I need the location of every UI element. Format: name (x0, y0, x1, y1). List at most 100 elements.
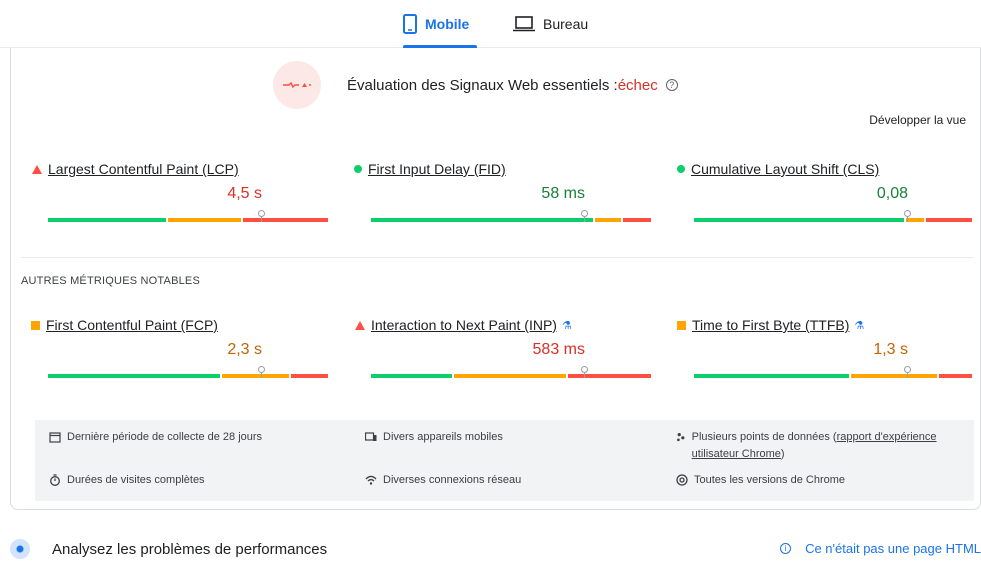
percentile-marker (258, 366, 265, 373)
info-visits: Durées de visites complètes (49, 472, 205, 489)
bar-average (595, 218, 621, 222)
info-period-text: Dernière période de collecte de 28 jours (67, 431, 263, 443)
help-icon[interactable]: ? (665, 79, 678, 91)
metric-inp-value: 583 ms (532, 341, 585, 358)
calendar-icon (49, 432, 61, 443)
metric-cls-distribution (694, 218, 972, 222)
diagnose-section-header: Analysez les problèmes de performances (10, 539, 327, 559)
assessment-title: Évaluation des Signaux Web essentiels :é… (347, 77, 658, 94)
good-dot-icon (354, 165, 362, 173)
info-versions-text: Toutes les versions de Chrome (694, 474, 846, 486)
assessment-title-text: Évaluation des Signaux Web essentiels : (347, 76, 618, 94)
percentile-marker (904, 366, 911, 373)
tab-mobile[interactable]: Mobile (403, 0, 469, 48)
bar-good (48, 218, 166, 222)
average-square-icon (677, 320, 686, 330)
average-square-icon (31, 320, 40, 330)
metric-ttfb: Time to First Byte (TTFB) ⚗ 1,3 s (677, 317, 972, 387)
bar-poor (926, 218, 972, 222)
metric-fcp-link[interactable]: First Contentful Paint (FCP) (46, 317, 218, 333)
bar-good (371, 218, 593, 222)
info-connections: Diverses connexions réseau (365, 472, 521, 489)
bar-average (454, 374, 566, 378)
phone-icon (403, 14, 417, 34)
info-datapoints-suffix: ) (780, 448, 785, 460)
bar-poor (939, 374, 972, 378)
bar-poor (291, 374, 328, 378)
assessment-header: Évaluation des Signaux Web essentiels :é… (273, 61, 678, 109)
info-datapoints: Plusieurs points de données (rapport d'e… (676, 429, 966, 463)
metric-ttfb-header: Time to First Byte (TTFB) ⚗ (677, 317, 959, 333)
metric-fid: First Input Delay (FID) 58 ms (354, 161, 651, 231)
good-dot-icon (677, 165, 685, 173)
bar-poor (623, 218, 651, 222)
metric-fcp-distribution (48, 374, 328, 378)
not-html-notice[interactable]: i Ce n'était pas une page HTML (780, 541, 981, 556)
experimental-flask-icon: ⚗ (561, 319, 572, 332)
metric-lcp-value: 4,5 s (227, 185, 262, 202)
info-connections-text: Diverses connexions réseau (383, 474, 522, 486)
info-visits-text: Durées de visites complètes (67, 474, 205, 486)
metric-lcp-distribution (48, 218, 328, 222)
info-period: Dernière période de collecte de 28 jours (49, 429, 262, 446)
metric-lcp-link[interactable]: Largest Contentful Paint (LCP) (48, 161, 239, 177)
metric-cls-value: 0,08 (876, 185, 908, 202)
lighthouse-icon (10, 539, 30, 559)
metric-fid-link[interactable]: First Input Delay (FID) (368, 161, 506, 177)
laptop-icon (513, 16, 535, 32)
metric-ttfb-distribution (694, 374, 972, 378)
chrome-icon (676, 474, 688, 486)
metric-inp: Interaction to Next Paint (INP) ⚗ 583 ms (354, 317, 651, 387)
bar-good (48, 374, 220, 378)
poor-triangle-icon (32, 164, 42, 174)
info-datapoints-text: Plusieurs points de données (rapport d'e… (692, 429, 966, 463)
metric-inp-header: Interaction to Next Paint (INP) ⚗ (354, 317, 636, 333)
diagnose-title: Analysez les problèmes de performances (52, 540, 328, 558)
metric-fcp-header: First Contentful Paint (FCP) (31, 317, 313, 333)
metric-cls: Cumulative Layout Shift (CLS) 0,08 (677, 161, 972, 231)
metric-fcp: First Contentful Paint (FCP) 2,3 s (31, 317, 328, 387)
bar-average (168, 218, 241, 222)
section-divider (21, 257, 973, 258)
bar-good (371, 374, 452, 378)
metric-inp-link[interactable]: Interaction to Next Paint (INP) (371, 317, 557, 333)
experimental-flask-icon: ⚗ (854, 319, 865, 332)
bar-poor (243, 218, 328, 222)
metric-lcp-header: Largest Contentful Paint (LCP) (31, 161, 313, 177)
bar-average (851, 374, 937, 378)
metric-lcp: Largest Contentful Paint (LCP) 4,5 s (31, 161, 328, 231)
metric-cls-header: Cumulative Layout Shift (CLS) (677, 161, 959, 177)
metric-fid-value: 58 ms (541, 185, 585, 202)
metric-fid-distribution (371, 218, 651, 222)
bar-average (906, 218, 924, 222)
not-html-notice-text: Ce n'était pas une page HTML (805, 541, 981, 556)
metric-cls-link[interactable]: Cumulative Layout Shift (CLS) (691, 161, 879, 177)
percentile-marker (258, 210, 265, 217)
tab-desktop[interactable]: Bureau (513, 0, 588, 48)
scatter-points-icon (677, 432, 685, 442)
info-versions: Toutes les versions de Chrome (676, 472, 845, 489)
info-icon: i (780, 543, 792, 554)
collection-info-panel: Dernière période de collecte de 28 jours… (35, 420, 974, 501)
percentile-marker (581, 366, 588, 373)
device-tabs: Mobile Bureau (0, 0, 981, 48)
assessment-status: échec (617, 76, 658, 94)
tab-desktop-label: Bureau (543, 16, 589, 32)
tab-mobile-label: Mobile (425, 16, 470, 32)
info-devices-text: Divers appareils mobiles (383, 431, 503, 443)
devices-icon (365, 432, 377, 441)
other-metrics-title: AUTRES MÉTRIQUES NOTABLES (21, 275, 200, 287)
bar-good (694, 218, 904, 222)
percentile-marker (904, 210, 911, 217)
poor-triangle-icon (355, 320, 365, 330)
core-web-vitals-card: Évaluation des Signaux Web essentiels :é… (10, 48, 981, 510)
wifi-icon (365, 475, 377, 485)
bar-average (222, 374, 289, 378)
expand-view-button[interactable]: Développer la vue (869, 113, 966, 127)
metric-inp-distribution (371, 374, 651, 378)
metric-ttfb-value: 1,3 s (873, 341, 908, 358)
metric-ttfb-link[interactable]: Time to First Byte (TTFB) (692, 317, 849, 333)
metric-fcp-value: 2,3 s (227, 341, 262, 358)
info-datapoints-prefix: Plusieurs points de données ( (691, 431, 837, 443)
failed-pulse-icon (283, 81, 311, 89)
